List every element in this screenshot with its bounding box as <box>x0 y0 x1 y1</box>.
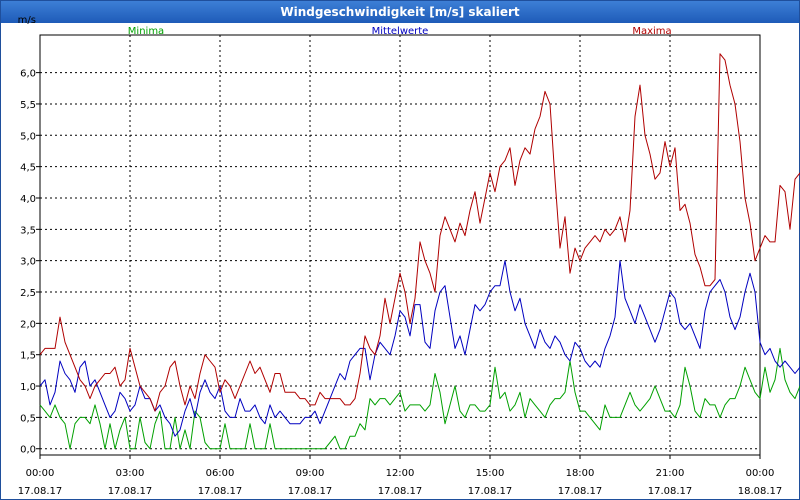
x-tick-date-label: 17.08.17 <box>468 486 513 497</box>
y-tick-label: 4,5 <box>20 163 36 174</box>
y-tick-label: 1,5 <box>20 351 36 362</box>
x-tick-date-label: 17.08.17 <box>378 486 423 497</box>
y-tick-label: 2,0 <box>20 319 36 330</box>
y-tick-label: 3,0 <box>20 257 36 268</box>
y-tick-label: 0,5 <box>20 413 36 424</box>
x-tick-date-label: 18.08.17 <box>738 486 783 497</box>
x-axis: 00:00 17.08.17 03:00 17.08.17 06:00 17.08.17 0… <box>18 455 783 497</box>
x-tick-time-label: 21:00 <box>656 468 685 479</box>
y-tick-label: 6,0 <box>20 69 36 80</box>
x-tick-date-label: 17.08.17 <box>198 486 243 497</box>
legend-entry-mittelwerte: Mittelwerte <box>372 26 429 37</box>
x-tick-time-label: 18:00 <box>566 468 595 479</box>
x-tick-time-label: 06:00 <box>206 468 235 479</box>
x-tick-date-label: 17.08.17 <box>288 486 333 497</box>
y-axis: 0,0 0,5 1,0 1,5 2,0 2,5 3,0 3,5 4,0 4,5 5,0 5,5 6,0 m… <box>18 15 40 456</box>
x-tick-time-label: 00:00 <box>26 468 55 479</box>
y-tick-label: 0,0 <box>20 445 36 456</box>
x-tick-date-label: 17.08.17 <box>558 486 603 497</box>
legend-entry-minima: Minima <box>128 26 164 37</box>
x-tick-date-label: 17.08.17 <box>108 486 153 497</box>
y-tick-label: 5,5 <box>20 100 36 111</box>
y-tick-label: 1,0 <box>20 382 36 393</box>
y-tick-label: 2,5 <box>20 288 36 299</box>
x-tick-date-label: 17.08.17 <box>648 486 693 497</box>
legend-entry-maxima: Maxima <box>632 26 671 37</box>
x-tick-time-label: 12:00 <box>386 468 415 479</box>
x-tick-time-label: 09:00 <box>296 468 325 479</box>
chart-svg: 0,0 0,5 1,0 1,5 2,0 2,5 3,0 3,5 4,0 4,5 5,0 5,5 6,0 m… <box>18 15 800 497</box>
y-tick-label: 3,5 <box>20 225 36 236</box>
y-axis-label: m/s <box>18 15 36 26</box>
x-tick-time-label: 00:00 <box>746 468 775 479</box>
y-tick-label: 5,0 <box>20 131 36 142</box>
x-tick-time-label: 15:00 <box>476 468 505 479</box>
x-tick-time-label: 03:00 <box>116 468 145 479</box>
x-tick-date-label: 17.08.17 <box>18 486 63 497</box>
y-tick-label: 4,0 <box>20 194 36 205</box>
